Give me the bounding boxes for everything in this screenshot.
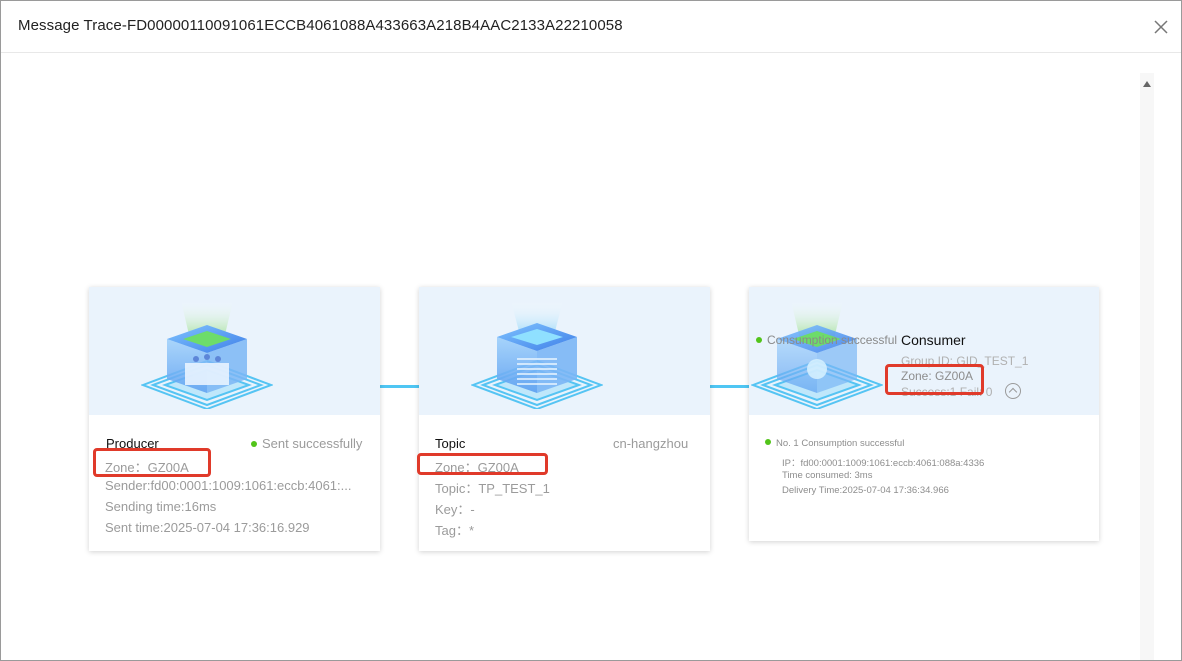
topic-card: Topic cn-hangzhou Zone：GZ00A Topic：TP_TE… (419, 287, 710, 551)
consumption-record-time-consumed: Time consumed: 3ms (782, 470, 873, 481)
consumption-record-title-text: No. 1 Consumption successful (776, 438, 905, 449)
vertical-scrollbar[interactable] (1140, 73, 1154, 660)
producer-status-text: Sent successfully (262, 436, 363, 451)
consumer-zone-highlight (885, 364, 984, 395)
consumer-title: Consumer (901, 332, 966, 348)
producer-zone-highlight (93, 448, 211, 477)
consumer-card: Consumption successful Consumer Group ID… (749, 287, 1099, 541)
producer-sending-time: Sending time:16ms (105, 499, 217, 514)
producer-sender: Sender:fd00:0001:1009:1061:eccb:4061:... (105, 478, 352, 493)
consumer-status-overlay: Consumption successful (756, 333, 897, 347)
success-dot-icon (765, 439, 771, 446)
scroll-up-arrow-icon[interactable] (1143, 81, 1151, 87)
consumer-node-icon (751, 301, 883, 409)
topic-tag: Tag：* (435, 523, 475, 538)
topic-node-icon (471, 301, 603, 409)
topic-key: Key：- (435, 502, 475, 517)
consumption-record-title: No. 1 Consumption successful (765, 438, 904, 449)
topic-title: Topic (435, 436, 466, 451)
topic-name: Topic：TP_TEST_1 (435, 481, 550, 496)
consumer-status-overlay-text: Consumption successful (767, 333, 898, 347)
consumption-record-ip: IP：fd00:0001:1009:1061:eccb:4061:088a:43… (782, 458, 985, 469)
success-dot-icon (756, 336, 762, 343)
topic-zone-highlight (417, 453, 548, 475)
dialog-header: Message Trace-FD00000110091061ECCB406108… (1, 1, 1181, 53)
consumption-record-delivery-time: Delivery Time:2025-07-04 17:36:34.966 (782, 485, 949, 496)
dialog-title: Message Trace-FD00000110091061ECCB406108… (18, 17, 623, 34)
topic-region: cn-hangzhou (613, 436, 689, 451)
producer-card: Producer Sent successfully Zone：GZ00A Se… (89, 287, 380, 551)
success-dot-icon (251, 440, 257, 447)
producer-status: Sent successfully (251, 436, 362, 451)
producer-node-icon (141, 301, 273, 409)
producer-sent-time: Sent time:2025-07-04 17:36:16.929 (105, 520, 310, 535)
close-icon[interactable] (1149, 15, 1173, 39)
message-trace-dialog: Message Trace-FD00000110091061ECCB406108… (0, 0, 1182, 661)
expand-toggle-icon[interactable] (1005, 383, 1021, 399)
